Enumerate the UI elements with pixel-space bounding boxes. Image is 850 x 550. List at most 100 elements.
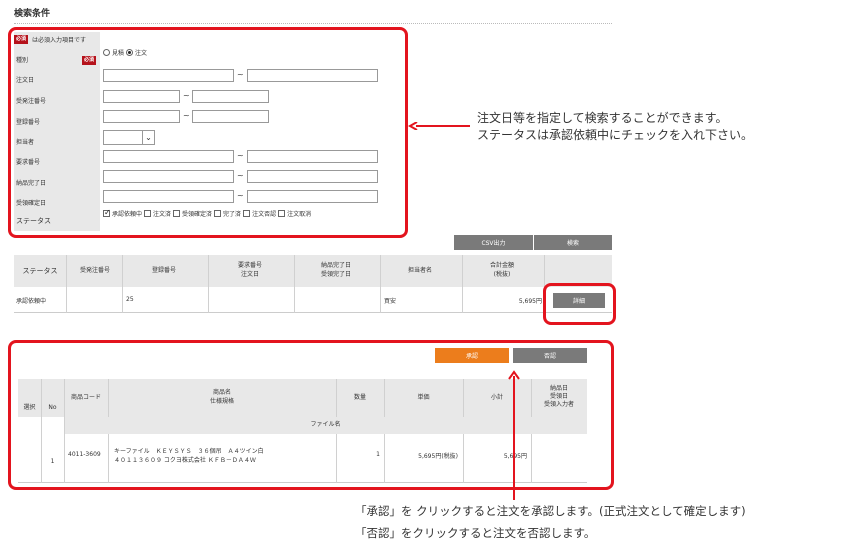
order-no-label: 受発注番号 (16, 98, 47, 105)
reg-no-label: 登録番号 (16, 119, 41, 126)
range-separator: ~ (237, 70, 244, 79)
column-divider (108, 434, 109, 483)
status-checkbox-done[interactable] (214, 210, 222, 217)
arrow-up-icon (508, 370, 520, 500)
required-note: 必須 は必須入力項目です (14, 35, 86, 44)
item-qty: 1 (376, 451, 380, 458)
item-price: 5,695円(税抜) (418, 453, 458, 460)
range-separator: ~ (183, 91, 190, 100)
status-checkbox-ordered[interactable] (144, 210, 152, 217)
col-tax-excl: (税抜) (493, 271, 511, 278)
type-label: 種別 (16, 57, 29, 64)
col-order-date: 注文日 (240, 271, 259, 278)
range-separator: ~ (237, 171, 244, 180)
column-divider (66, 255, 67, 313)
status-checkbox-group: 承認依頼中 注文済 受領確定済 完了済 注文否認 注文取消 (103, 208, 312, 218)
order-no-to-input[interactable] (192, 90, 269, 103)
status-option-label: 承認依頼中 (112, 211, 143, 218)
item-name: キーファイル ＫＥＹＳＹＳ ３６個吊 Ａ４ツイン白 (114, 448, 264, 455)
arrow-left-icon (408, 122, 470, 130)
status-option-label: 注文取消 (287, 211, 312, 218)
order-date-to-input[interactable] (247, 69, 378, 82)
col-spec: 仕様規格 (209, 398, 234, 405)
delivery-date-to-input[interactable] (247, 170, 378, 183)
column-divider (294, 255, 295, 313)
search-annotation: 注文日等を指定して検索することができます。 ステータスは承認依頼中にチェックを入… (477, 110, 753, 144)
item-no: 1 (50, 458, 55, 465)
column-divider (531, 434, 532, 483)
receipt-date-label: 受領確定日 (16, 200, 47, 207)
required-badge: 必須 (14, 35, 29, 44)
chevron-down-icon: ⌄ (142, 131, 154, 144)
detail-highlight (543, 283, 616, 325)
status-checkbox-receipt[interactable] (173, 210, 181, 217)
type-required-badge: 必須 (82, 56, 97, 65)
radio-order[interactable] (126, 49, 134, 56)
col-receipt-date: 受領日 (549, 393, 568, 400)
section-divider (14, 23, 612, 24)
status-option-label: 完了済 (223, 211, 242, 218)
status-checkbox-pending[interactable] (103, 208, 111, 217)
col-delivery-date: 納品日 (549, 385, 568, 392)
request-no-to-input[interactable] (247, 150, 378, 163)
delivery-date-from-input[interactable] (103, 170, 234, 183)
csv-export-button[interactable]: CSV出力 (454, 235, 533, 250)
col-staff-name: 担当者名 (407, 267, 432, 274)
section-title: 検索条件 (14, 9, 51, 19)
receipt-date-from-input[interactable] (103, 190, 234, 203)
order-no-from-input[interactable] (103, 90, 180, 103)
radio-estimate[interactable] (103, 49, 110, 56)
status-option-label: 受領確定済 (182, 211, 213, 218)
range-separator: ~ (237, 191, 244, 200)
approve-annotation-line: 「承認」を クリックすると注文を承認します。(正式注文として確定します) (355, 504, 746, 518)
col-code: 商品コード (70, 394, 101, 401)
order-date-from-input[interactable] (103, 69, 234, 82)
staff-select[interactable]: ⌄ (103, 130, 155, 145)
reg-no-to-input[interactable] (192, 110, 269, 123)
col-select: 選択 (23, 404, 36, 411)
col-name: 商品名 (212, 389, 231, 396)
search-button[interactable]: 検索 (534, 235, 612, 250)
col-receipt-done: 受領完了日 (320, 271, 351, 278)
approve-annotation: 「承認」を クリックすると注文を承認します。(正式注文として確定します) 「否認… (355, 500, 746, 544)
col-no: No (48, 404, 57, 411)
approve-button[interactable]: 承認 (435, 348, 509, 363)
col-delivery-done: 納品完了日 (320, 262, 351, 269)
col-receiver: 受領入力者 (543, 401, 574, 408)
staff-label: 担当者 (16, 139, 35, 146)
col-reg-no: 登録番号 (151, 267, 176, 274)
item-code: 4011-3609 (68, 451, 101, 458)
row-status: 承認依頼中 (16, 298, 47, 305)
search-annotation-line: 注文日等を指定して検索することができます。 (477, 111, 728, 125)
item-spec: ４０１１３６０９ コクヨ株式会社 ＫＦＢ－ＤＡ４Ｗ (114, 457, 256, 464)
column-divider (336, 434, 337, 483)
radio-estimate-label: 見積 (112, 50, 125, 57)
reject-button[interactable]: 否認 (513, 348, 587, 363)
col-request-no: 要求番号 (237, 262, 262, 269)
column-divider (122, 255, 123, 313)
status-checkbox-rejected[interactable] (243, 210, 251, 217)
col-status: ステータス (22, 267, 58, 275)
status-option-label: 注文否認 (252, 211, 277, 218)
status-option-label: 注文済 (153, 211, 172, 218)
request-no-from-input[interactable] (103, 150, 234, 163)
column-divider (208, 255, 209, 313)
search-annotation-line: ステータスは承認依頼中にチェックを入れ下さい。 (477, 128, 754, 142)
type-radio-group: 見積 注文 (103, 48, 147, 57)
status-checkbox-cancelled[interactable] (278, 210, 286, 217)
range-separator: ~ (183, 111, 190, 120)
col-subtotal: 小計 (490, 394, 503, 401)
reg-no-from-input[interactable] (103, 110, 180, 123)
radio-order-label: 注文 (135, 50, 148, 57)
required-note-text: は必須入力項目です (32, 37, 87, 44)
column-divider (41, 379, 42, 483)
status-label: ステータス (16, 217, 51, 225)
order-date-label: 注文日 (16, 77, 35, 84)
row-total: 5,695円 (518, 298, 542, 305)
receipt-date-to-input[interactable] (247, 190, 378, 203)
col-qty: 数量 (353, 394, 366, 401)
row-staff: 買安 (384, 298, 397, 305)
col-total: 合計金額 (489, 262, 514, 269)
row-reg-no: 25 (126, 296, 134, 303)
col-price: 単価 (417, 394, 430, 401)
